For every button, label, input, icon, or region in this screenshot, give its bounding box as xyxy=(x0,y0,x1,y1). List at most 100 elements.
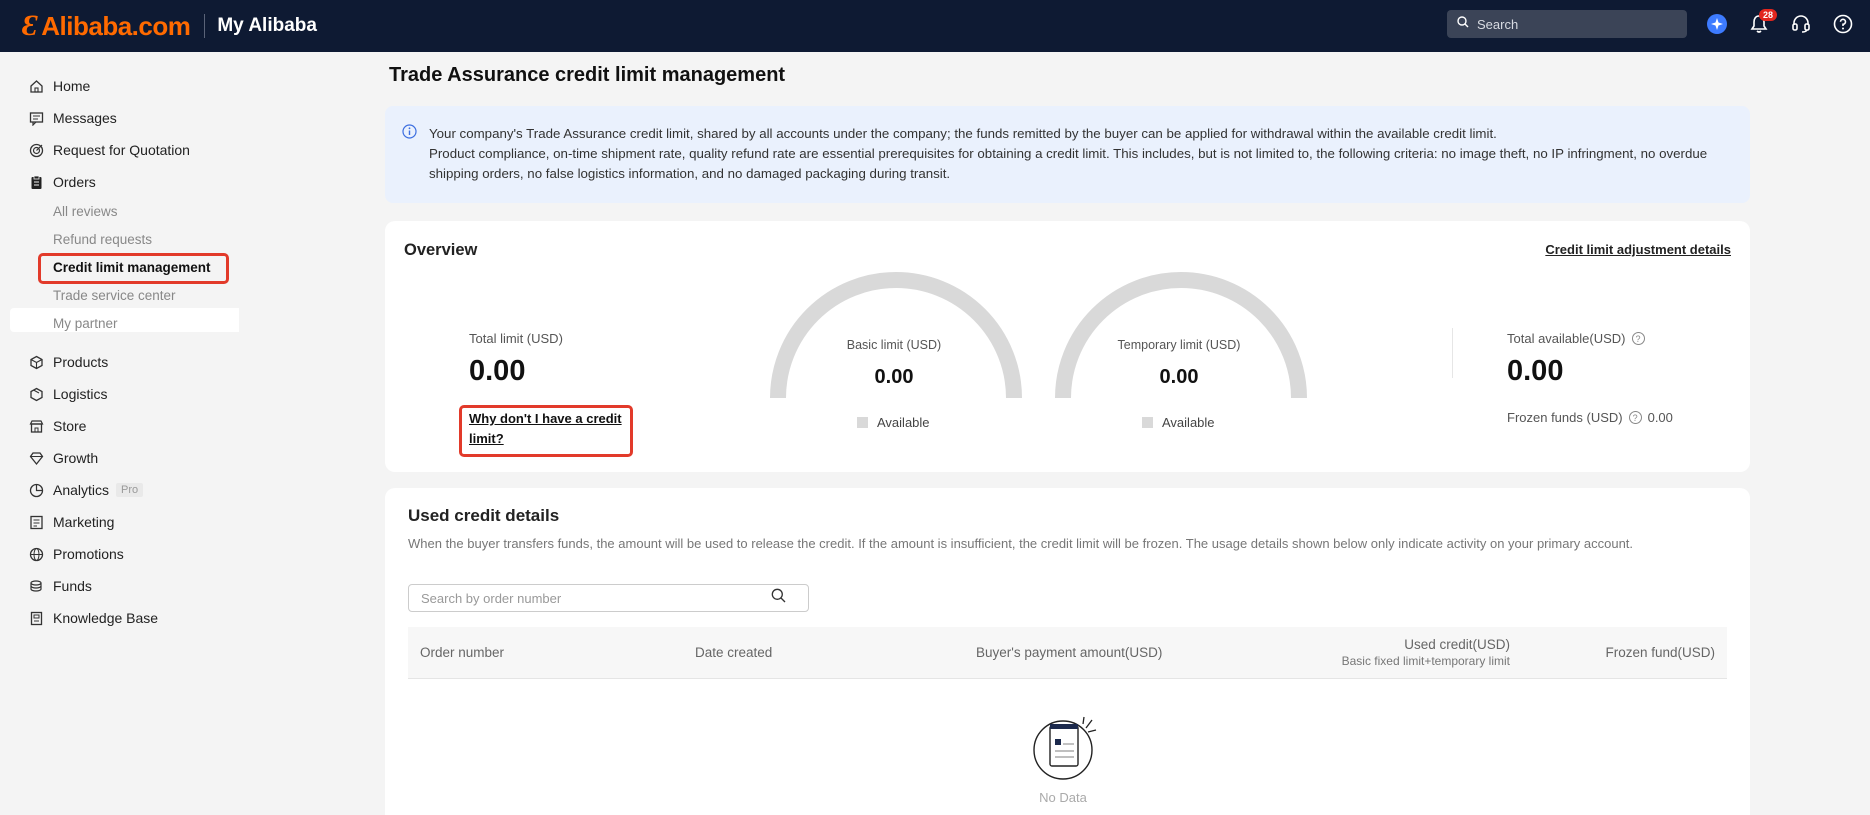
temporary-limit-label: Temporary limit (USD) xyxy=(1117,338,1241,352)
sidebar-item-promotions[interactable]: Promotions xyxy=(28,543,124,565)
diamond-icon xyxy=(28,450,44,466)
sidebar-item-label: Marketing xyxy=(53,514,115,530)
column-buyer-payment: Buyer's payment amount(USD) xyxy=(976,645,1163,660)
why-link-highlight-box xyxy=(459,405,633,457)
alibaba-logo-mark: Ɛ xyxy=(22,9,38,42)
sidebar-item-messages[interactable]: Messages xyxy=(28,107,117,129)
order-search-box[interactable] xyxy=(408,584,809,612)
global-search[interactable] xyxy=(1447,10,1687,38)
sidebar-item-label: Knowledge Base xyxy=(53,610,159,626)
total-available-label-wrap: Total available(USD) ? xyxy=(1507,331,1651,346)
used-credit-description: When the buyer transfers funds, the amou… xyxy=(408,536,1634,551)
sidebar-item-label: Messages xyxy=(53,110,117,126)
active-subitem-background xyxy=(10,308,239,332)
book-icon xyxy=(28,610,44,626)
frozen-funds: Frozen funds (USD) ? 0.00 xyxy=(1507,410,1673,425)
search-icon xyxy=(1457,15,1469,33)
total-available-value: 0.00 xyxy=(1507,355,1564,387)
order-search-input[interactable] xyxy=(421,590,771,606)
sidebar-item-label: Home xyxy=(53,78,91,94)
sidebar-subitem-my-partner[interactable]: My partner xyxy=(53,314,118,334)
sidebar-item-analytics[interactable]: Analytics Pro xyxy=(28,479,144,501)
globe-icon xyxy=(28,546,44,562)
sidebar-item-home[interactable]: Home xyxy=(28,75,90,97)
sidebar-item-funds[interactable]: Funds xyxy=(28,575,92,597)
column-used-credit: Used credit(USD) Basic fixed limit+tempo… xyxy=(1342,637,1510,668)
sidebar-item-label: Analytics xyxy=(53,482,110,498)
headset-support-icon[interactable] xyxy=(1789,12,1813,36)
info-text-line2: Product compliance, on-time shipment rat… xyxy=(429,146,1708,181)
box-icon xyxy=(28,354,44,370)
truck-icon xyxy=(28,386,44,402)
sidebar-item-label: Store xyxy=(53,418,87,434)
total-limit-label: Total limit (USD) xyxy=(469,331,563,346)
question-icon[interactable]: ? xyxy=(1631,332,1645,345)
overview-title: Overview xyxy=(404,241,478,259)
available-swatch xyxy=(1142,417,1153,428)
legend-label: Available xyxy=(1162,415,1215,430)
overview-divider xyxy=(1452,328,1453,378)
ai-assistant-icon[interactable] xyxy=(1705,12,1729,36)
total-limit-value: 0.00 xyxy=(469,355,526,387)
clipboard-icon xyxy=(28,174,44,190)
top-navigation-bar: Ɛ Alibaba.com My Alibaba 28 xyxy=(0,0,1870,52)
help-icon[interactable] xyxy=(1831,12,1855,36)
home-icon xyxy=(28,78,44,94)
sidebar-item-growth[interactable]: Growth xyxy=(28,447,98,469)
temporary-limit-legend: Available xyxy=(1142,415,1215,430)
column-frozen-fund: Frozen fund(USD) xyxy=(1605,645,1715,660)
basic-limit-label: Basic limit (USD) xyxy=(846,338,942,352)
sidebar-item-label: Logistics xyxy=(53,386,108,402)
frozen-funds-value: 0.00 xyxy=(1647,410,1673,425)
frozen-funds-label: Frozen funds (USD) xyxy=(1507,410,1623,425)
sidebar-subitem-trade-service-center[interactable]: Trade service center xyxy=(53,286,176,306)
basic-limit-value: 0.00 xyxy=(874,366,914,388)
empty-clipboard-icon xyxy=(1033,716,1097,780)
column-date-created: Date created xyxy=(695,645,773,660)
alibaba-logo[interactable]: Ɛ Alibaba.com xyxy=(22,9,191,43)
alibaba-logo-text: Alibaba.com xyxy=(41,10,191,41)
search-icon[interactable] xyxy=(771,588,786,608)
sidebar-item-label: Products xyxy=(53,354,109,370)
sidebar-item-store[interactable]: Store xyxy=(28,415,86,437)
pro-tag: Pro xyxy=(116,483,144,497)
available-swatch xyxy=(857,417,868,428)
sidebar-subitem-all-reviews[interactable]: All reviews xyxy=(53,202,118,222)
sidebar-item-logistics[interactable]: Logistics xyxy=(28,383,107,405)
info-banner: Your company's Trade Assurance credit li… xyxy=(385,106,1750,203)
sidebar-item-products[interactable]: Products xyxy=(28,351,108,373)
sidebar-item-label: Funds xyxy=(53,578,92,594)
notification-bell-icon[interactable]: 28 xyxy=(1747,9,1778,36)
sidebar-item-marketing[interactable]: Marketing xyxy=(28,511,114,533)
marketing-icon xyxy=(28,514,44,530)
store-icon xyxy=(28,418,44,434)
sidebar-item-rfq[interactable]: Request for Quotation xyxy=(28,139,190,161)
used-credit-title: Used credit details xyxy=(408,506,560,525)
column-used-credit-subtitle: Basic fixed limit+temporary limit xyxy=(1341,654,1510,668)
sidebar-item-knowledge-base[interactable]: Knowledge Base xyxy=(28,607,158,629)
message-icon xyxy=(28,110,44,126)
section-title[interactable]: My Alibaba xyxy=(217,15,317,37)
global-search-input[interactable] xyxy=(1477,16,1677,32)
no-data-text: No Data xyxy=(1039,790,1087,805)
target-icon xyxy=(28,142,44,158)
temporary-limit-value: 0.00 xyxy=(1159,366,1199,388)
sidebar-item-label: Request for Quotation xyxy=(53,142,190,158)
column-order-number: Order number xyxy=(420,645,505,660)
info-text-line1: Your company's Trade Assurance credit li… xyxy=(429,126,1497,141)
sidebar-item-orders[interactable]: Orders xyxy=(28,171,96,193)
sidebar-subitem-refund-requests[interactable]: Refund requests xyxy=(53,230,152,250)
total-available-label: Total available(USD) xyxy=(1507,331,1626,346)
pie-chart-icon xyxy=(28,482,44,498)
legend-label: Available xyxy=(877,415,930,430)
sidebar-item-label: Growth xyxy=(53,450,99,466)
topbar-divider xyxy=(204,14,206,38)
coins-icon xyxy=(28,578,44,594)
used-credit-table-header: Order number Date created Buyer's paymen… xyxy=(408,627,1727,679)
question-icon[interactable]: ? xyxy=(1628,411,1642,424)
column-used-credit-title: Used credit(USD) xyxy=(1404,637,1510,652)
credit-limit-adjustment-link[interactable]: Credit limit adjustment details xyxy=(1545,242,1731,257)
info-icon xyxy=(402,124,417,145)
sidebar-item-label: Promotions xyxy=(53,546,124,562)
notification-count-badge: 28 xyxy=(1759,9,1778,21)
